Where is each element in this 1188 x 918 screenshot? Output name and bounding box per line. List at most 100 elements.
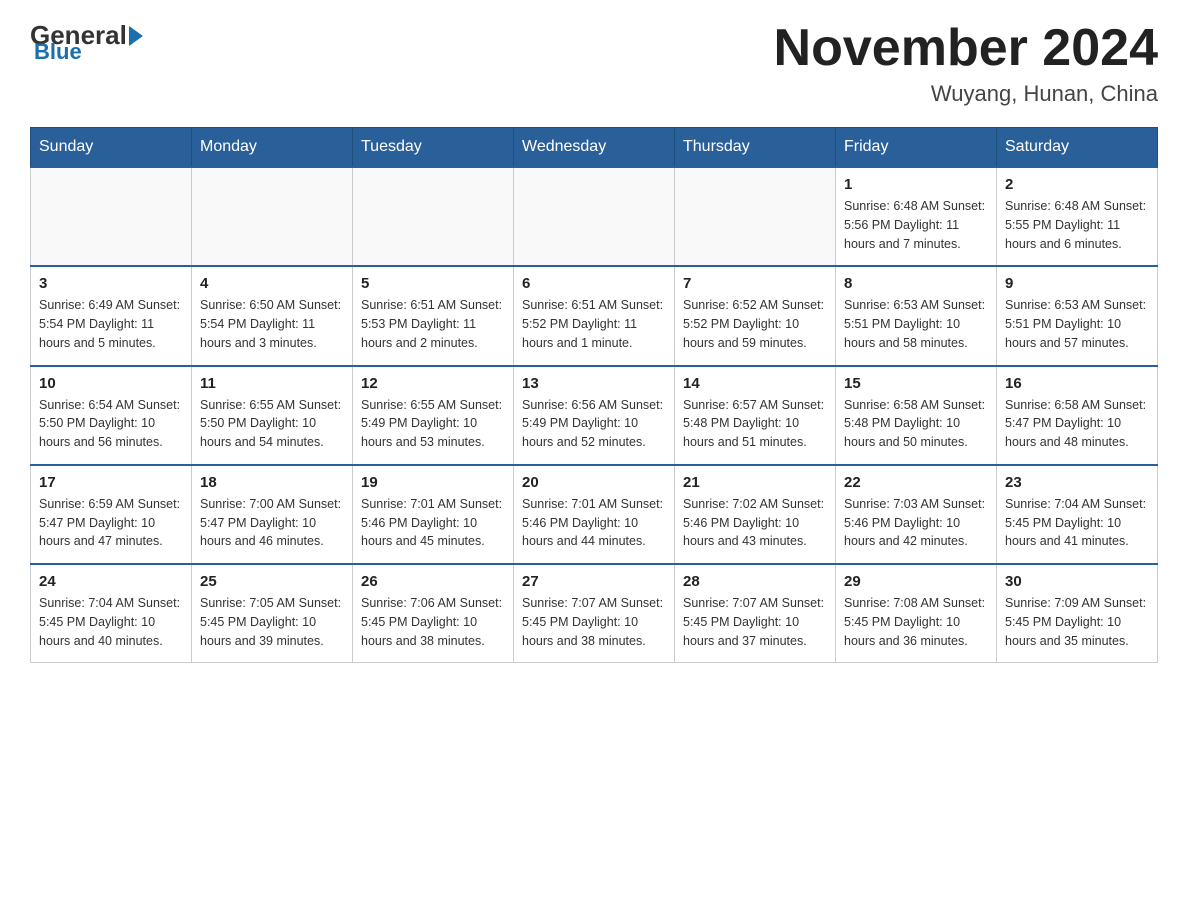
day-number: 4 [200,275,344,292]
week-row-0: 1Sunrise: 6:48 AM Sunset: 5:56 PM Daylig… [31,167,1158,266]
day-info: Sunrise: 7:00 AM Sunset: 5:47 PM Dayligh… [200,495,344,551]
day-info: Sunrise: 6:52 AM Sunset: 5:52 PM Dayligh… [683,296,827,352]
header-day-sunday: Sunday [31,128,192,168]
day-cell [31,167,192,266]
day-info: Sunrise: 7:03 AM Sunset: 5:46 PM Dayligh… [844,495,988,551]
header-day-wednesday: Wednesday [514,128,675,168]
day-cell: 1Sunrise: 6:48 AM Sunset: 5:56 PM Daylig… [836,167,997,266]
calendar-table: SundayMondayTuesdayWednesdayThursdayFrid… [30,127,1158,663]
day-cell: 5 Sunrise: 6:51 AM Sunset: 5:53 PM Daylig… [353,266,514,365]
day-cell: 7 Sunrise: 6:52 AM Sunset: 5:52 PM Daylig… [675,266,836,365]
day-cell: 10 Sunrise: 6:54 AM Sunset: 5:50 PM Dayli… [31,366,192,465]
day-info: Sunrise: 6:56 AM Sunset: 5:49 PM Dayligh… [522,396,666,452]
day-info: Sunrise: 6:57 AM Sunset: 5:48 PM Dayligh… [683,396,827,452]
day-cell: 30 Sunrise: 7:09 AM Sunset: 5:45 PM Dayli… [997,564,1158,663]
logo-blue-text: Blue [34,39,82,65]
day-info: Sunrise: 7:06 AM Sunset: 5:45 PM Dayligh… [361,594,505,650]
header: General Blue November 2024 Wuyang, Hunan… [30,20,1158,107]
day-number: 5 [361,275,505,292]
header-day-monday: Monday [192,128,353,168]
calendar-header-row: SundayMondayTuesdayWednesdayThursdayFrid… [31,128,1158,168]
day-info: Sunrise: 7:07 AM Sunset: 5:45 PM Dayligh… [683,594,827,650]
day-cell: 3 Sunrise: 6:49 AM Sunset: 5:54 PM Daylig… [31,266,192,365]
day-cell: 25 Sunrise: 7:05 AM Sunset: 5:45 PM Dayli… [192,564,353,663]
day-cell: 24 Sunrise: 7:04 AM Sunset: 5:45 PM Dayli… [31,564,192,663]
header-day-thursday: Thursday [675,128,836,168]
location-title: Wuyang, Hunan, China [774,81,1158,107]
day-info: Sunrise: 6:55 AM Sunset: 5:50 PM Dayligh… [200,396,344,452]
day-cell: 26 Sunrise: 7:06 AM Sunset: 5:45 PM Dayli… [353,564,514,663]
day-info: Sunrise: 7:07 AM Sunset: 5:45 PM Dayligh… [522,594,666,650]
day-number: 8 [844,275,988,292]
day-number: 29 [844,573,988,590]
day-number: 15 [844,375,988,392]
day-number: 7 [683,275,827,292]
day-number: 19 [361,474,505,491]
day-number: 23 [1005,474,1149,491]
day-info: Sunrise: 6:50 AM Sunset: 5:54 PM Dayligh… [200,296,344,352]
day-cell: 29 Sunrise: 7:08 AM Sunset: 5:45 PM Dayli… [836,564,997,663]
day-cell: 20 Sunrise: 7:01 AM Sunset: 5:46 PM Dayli… [514,465,675,564]
day-info: Sunrise: 6:48 AM Sunset: 5:55 PM Dayligh… [1005,197,1149,253]
day-info: Sunrise: 7:04 AM Sunset: 5:45 PM Dayligh… [39,594,183,650]
week-row-4: 24 Sunrise: 7:04 AM Sunset: 5:45 PM Dayli… [31,564,1158,663]
header-day-tuesday: Tuesday [353,128,514,168]
day-info: Sunrise: 6:59 AM Sunset: 5:47 PM Dayligh… [39,495,183,551]
day-number: 18 [200,474,344,491]
logo-arrow-icon [129,26,143,46]
day-info: Sunrise: 7:05 AM Sunset: 5:45 PM Dayligh… [200,594,344,650]
header-day-friday: Friday [836,128,997,168]
day-number: 2 [1005,176,1149,193]
day-info: Sunrise: 7:04 AM Sunset: 5:45 PM Dayligh… [1005,495,1149,551]
day-cell [192,167,353,266]
day-info: Sunrise: 6:53 AM Sunset: 5:51 PM Dayligh… [1005,296,1149,352]
week-row-3: 17Sunrise: 6:59 AM Sunset: 5:47 PM Dayli… [31,465,1158,564]
day-cell: 9Sunrise: 6:53 AM Sunset: 5:51 PM Daylig… [997,266,1158,365]
day-info: Sunrise: 6:49 AM Sunset: 5:54 PM Dayligh… [39,296,183,352]
day-info: Sunrise: 6:58 AM Sunset: 5:48 PM Dayligh… [844,396,988,452]
day-info: Sunrise: 7:09 AM Sunset: 5:45 PM Dayligh… [1005,594,1149,650]
day-number: 27 [522,573,666,590]
day-cell: 27 Sunrise: 7:07 AM Sunset: 5:45 PM Dayli… [514,564,675,663]
day-cell: 19 Sunrise: 7:01 AM Sunset: 5:46 PM Dayli… [353,465,514,564]
day-cell: 2 Sunrise: 6:48 AM Sunset: 5:55 PM Daylig… [997,167,1158,266]
day-cell: 16Sunrise: 6:58 AM Sunset: 5:47 PM Dayli… [997,366,1158,465]
day-cell: 21 Sunrise: 7:02 AM Sunset: 5:46 PM Dayli… [675,465,836,564]
month-title: November 2024 [774,20,1158,77]
day-number: 3 [39,275,183,292]
day-number: 20 [522,474,666,491]
day-cell [514,167,675,266]
day-info: Sunrise: 6:54 AM Sunset: 5:50 PM Dayligh… [39,396,183,452]
day-cell [675,167,836,266]
day-cell: 14 Sunrise: 6:57 AM Sunset: 5:48 PM Dayli… [675,366,836,465]
day-number: 22 [844,474,988,491]
day-number: 10 [39,375,183,392]
day-info: Sunrise: 6:51 AM Sunset: 5:52 PM Dayligh… [522,296,666,352]
day-info: Sunrise: 7:01 AM Sunset: 5:46 PM Dayligh… [522,495,666,551]
day-number: 11 [200,375,344,392]
day-cell: 12Sunrise: 6:55 AM Sunset: 5:49 PM Dayli… [353,366,514,465]
day-cell: 18 Sunrise: 7:00 AM Sunset: 5:47 PM Dayli… [192,465,353,564]
day-number: 21 [683,474,827,491]
day-cell: 6 Sunrise: 6:51 AM Sunset: 5:52 PM Daylig… [514,266,675,365]
day-number: 25 [200,573,344,590]
header-day-saturday: Saturday [997,128,1158,168]
day-info: Sunrise: 6:51 AM Sunset: 5:53 PM Dayligh… [361,296,505,352]
day-info: Sunrise: 7:08 AM Sunset: 5:45 PM Dayligh… [844,594,988,650]
day-number: 14 [683,375,827,392]
logo: General Blue [30,20,145,65]
day-number: 30 [1005,573,1149,590]
day-info: Sunrise: 6:53 AM Sunset: 5:51 PM Dayligh… [844,296,988,352]
day-info: Sunrise: 7:01 AM Sunset: 5:46 PM Dayligh… [361,495,505,551]
day-number: 13 [522,375,666,392]
day-info: Sunrise: 7:02 AM Sunset: 5:46 PM Dayligh… [683,495,827,551]
day-number: 26 [361,573,505,590]
day-cell: 11 Sunrise: 6:55 AM Sunset: 5:50 PM Dayli… [192,366,353,465]
day-number: 28 [683,573,827,590]
day-cell: 23 Sunrise: 7:04 AM Sunset: 5:45 PM Dayli… [997,465,1158,564]
day-number: 6 [522,275,666,292]
day-cell: 8 Sunrise: 6:53 AM Sunset: 5:51 PM Daylig… [836,266,997,365]
day-number: 1 [844,176,988,193]
day-number: 24 [39,573,183,590]
day-cell: 17Sunrise: 6:59 AM Sunset: 5:47 PM Dayli… [31,465,192,564]
